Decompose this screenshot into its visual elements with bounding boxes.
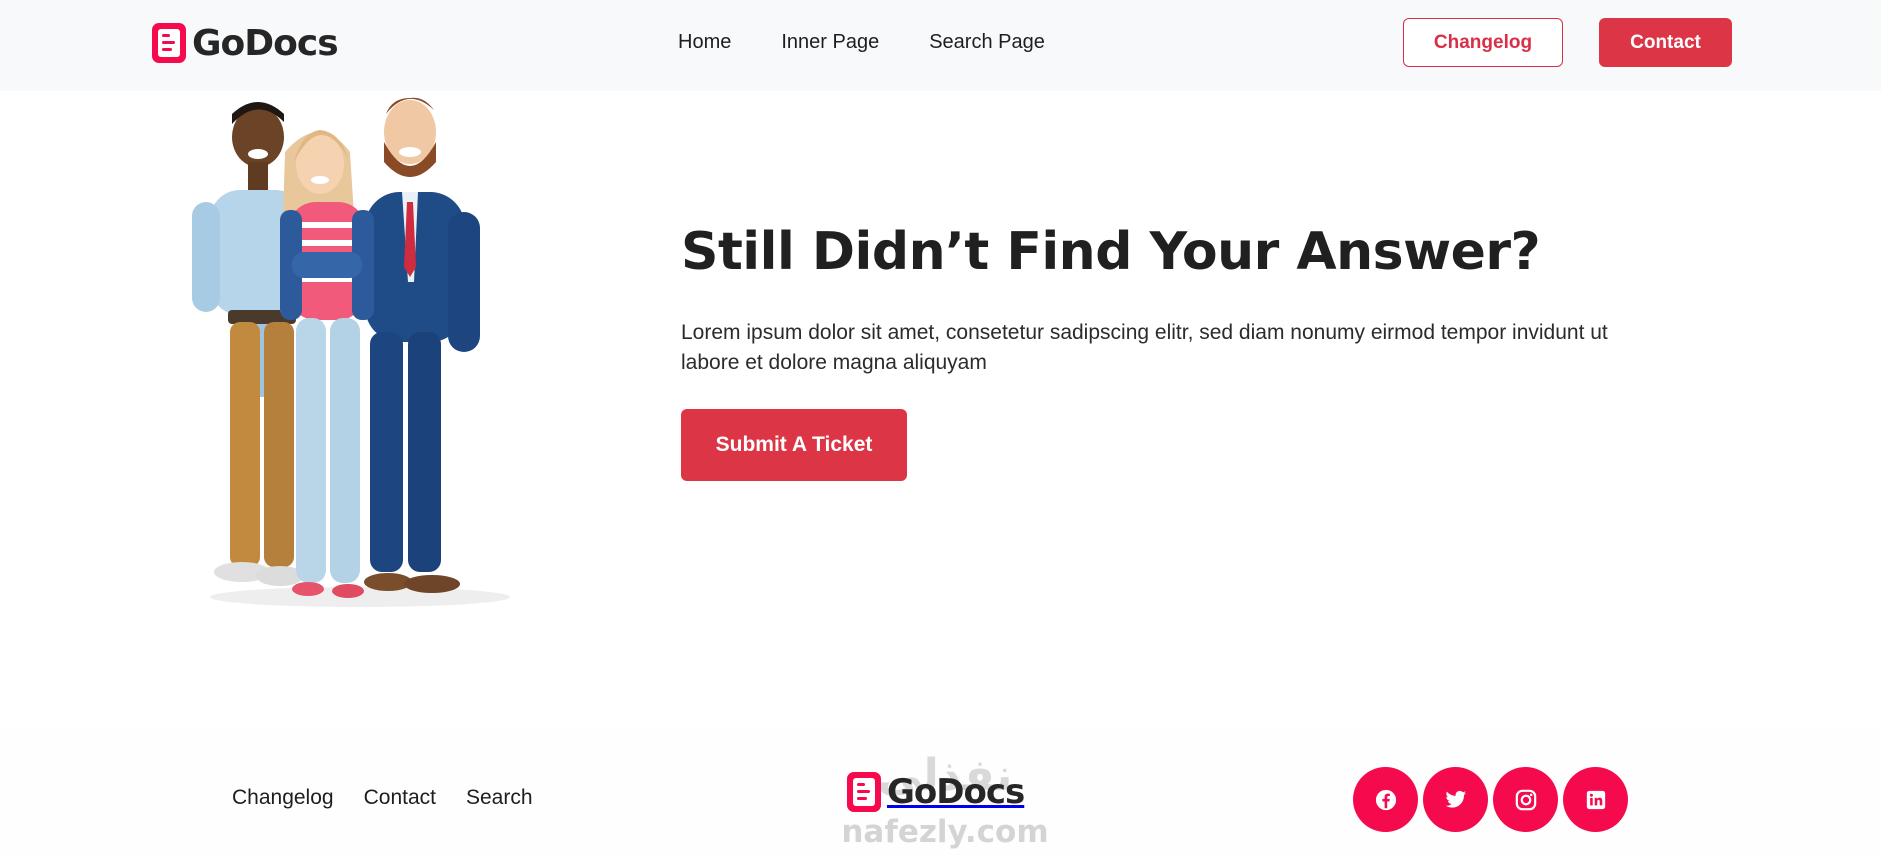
footer-link-search[interactable]: Search: [466, 786, 533, 810]
watermark-url: nafezly.com: [841, 814, 1049, 850]
main-nav: Home Inner Page Search Page: [678, 0, 1045, 84]
footer-link-contact[interactable]: Contact: [364, 786, 436, 810]
nav-search-page[interactable]: Search Page: [929, 31, 1045, 54]
hero-title: Still Didn’t Find Your Answer?: [681, 222, 1541, 282]
twitter-icon[interactable]: [1423, 767, 1488, 832]
changelog-button[interactable]: Changelog: [1403, 18, 1563, 67]
person-right: [364, 97, 480, 593]
logo-text: GoDocs: [192, 22, 339, 64]
linkedin-icon[interactable]: [1563, 767, 1628, 832]
three-people-illustration: [170, 92, 520, 612]
footer-logo-link[interactable]: GoDocs: [845, 770, 1025, 814]
hero-description: Lorem ipsum dolor sit amet, consetetur s…: [681, 321, 1608, 374]
footer-links: Changelog Contact Search: [232, 786, 563, 810]
logo-link[interactable]: GoDocs: [150, 20, 339, 66]
submit-ticket-button[interactable]: Submit A Ticket: [681, 409, 907, 481]
site-footer: Changelog Contact Search نفذلي nafezly.c…: [0, 730, 1881, 855]
site-header: GoDocs Home Inner Page Search Page Chang…: [0, 0, 1881, 91]
nav-inner-page[interactable]: Inner Page: [781, 31, 879, 54]
document-icon: [150, 21, 188, 65]
person-center: [280, 130, 374, 598]
instagram-icon[interactable]: [1493, 767, 1558, 832]
facebook-icon[interactable]: [1353, 767, 1418, 832]
nav-home[interactable]: Home: [678, 31, 731, 54]
footer-logo-text: GoDocs: [887, 772, 1025, 812]
contact-button[interactable]: Contact: [1599, 18, 1732, 67]
document-icon: [845, 770, 883, 814]
social-links: [1353, 767, 1628, 832]
footer-link-changelog[interactable]: Changelog: [232, 786, 334, 810]
